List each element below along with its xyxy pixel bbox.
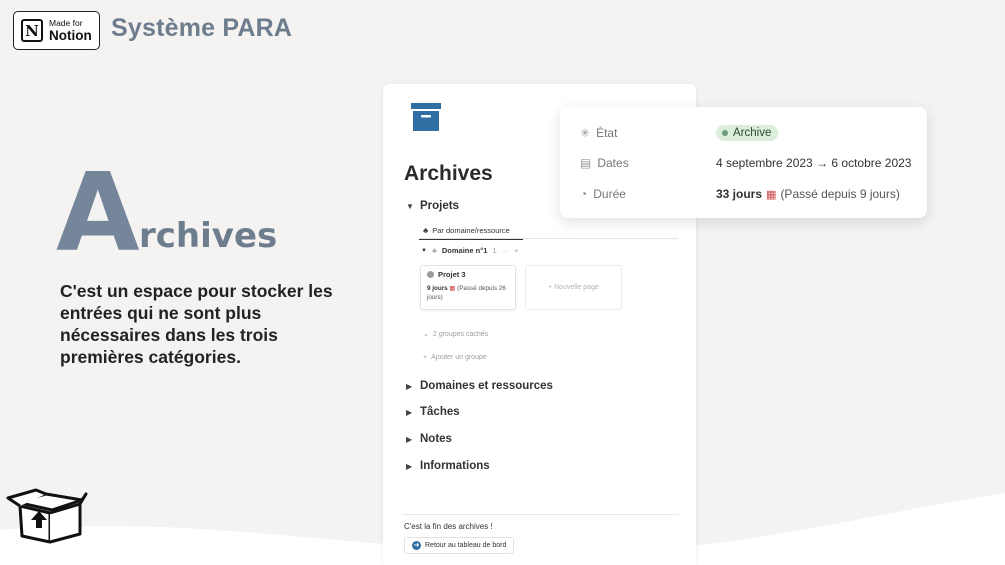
footer-divider <box>402 514 679 515</box>
arrow-right-icon: ➜ <box>412 541 421 550</box>
toggle-notes[interactable]: ▶ Notes <box>406 433 452 445</box>
toggle-closed-icon: ▶ <box>406 434 413 444</box>
property-duree-days: 33 jours <box>716 187 763 201</box>
made-for-notion-badge: N Made for Notion <box>13 11 100 50</box>
plus-icon: + <box>423 354 428 361</box>
toggle-taches-label: Tâches <box>420 406 460 418</box>
group-name: Domaine n°1 <box>441 246 488 255</box>
toggle-projets[interactable]: ▼ Projets <box>406 200 459 212</box>
toggle-closed-icon: ▶ <box>406 461 413 471</box>
status-badge[interactable]: Archive <box>716 125 779 141</box>
calendar-icon: ▤ <box>580 156 592 170</box>
hidden-groups-label: 2 groupes cachés <box>432 330 489 338</box>
site-title: Système PARA <box>111 14 293 42</box>
archive-upload-box-icon <box>6 488 88 544</box>
properties-panel: ✳ État Archive ▤ Dates 4 septembre 2023 … <box>560 107 927 218</box>
toggle-open-icon: ▼ <box>406 201 414 211</box>
hero-description: C'est un espace pour stocker les entrées… <box>60 281 333 367</box>
toggle-notes-label: Notes <box>420 433 452 445</box>
badge-big-text: Notion <box>49 28 92 43</box>
toggle-informations-label: Informations <box>420 460 490 472</box>
view-tab-label: Par domaine/ressource <box>432 226 510 235</box>
chevron-down-icon: ⌄ <box>423 331 429 338</box>
hero-title-rest: rchives <box>139 216 278 256</box>
property-dates-value: 4 septembre 2023 → 6 octobre 2023 <box>716 156 912 170</box>
group-more-button[interactable]: ··· <box>502 246 510 255</box>
chevron-down-icon: ▼ <box>421 247 427 254</box>
archive-box-icon <box>411 103 441 131</box>
calendar-icon: ▦ <box>766 188 777 201</box>
property-duree[interactable]: ◔ Durée 33 jours ▦ (Passé depuis 9 jours… <box>580 185 900 203</box>
property-duree-label: Durée <box>593 187 626 201</box>
add-group-label: Ajouter un groupe <box>431 354 487 361</box>
back-to-dashboard-label: Retour au tableau de bord <box>425 542 507 549</box>
status-dot-icon <box>427 271 434 278</box>
card-days: 9 jours <box>427 285 448 292</box>
add-group-button[interactable]: + Ajouter un groupe <box>423 354 487 361</box>
footer-text: C'est la fin des archives ! <box>404 522 493 531</box>
domain-icon: ♣ <box>431 246 437 255</box>
property-etat[interactable]: ✳ État Archive <box>580 124 779 142</box>
property-dates[interactable]: ▤ Dates 4 septembre 2023 → 6 octobre 202… <box>580 154 911 172</box>
status-dot-icon <box>722 130 728 136</box>
board-card-projet-3[interactable]: Projet 3 9 jours ▦ (Passé depuis 26 jour… <box>420 265 516 310</box>
property-duree-note: (Passé depuis 9 jours) <box>780 187 900 201</box>
back-to-dashboard-button[interactable]: ➜ Retour au tableau de bord <box>404 537 515 554</box>
property-dates-label: Dates <box>597 156 629 170</box>
toggle-taches[interactable]: ▶ Tâches <box>406 406 460 418</box>
group-icon: ♣ <box>423 226 429 235</box>
toggle-domaines[interactable]: ▶ Domaines et ressources <box>406 380 553 392</box>
toggle-closed-icon: ▶ <box>406 407 413 417</box>
badge-small-text: Made for <box>49 17 83 28</box>
card-title: Projet 3 <box>438 270 466 279</box>
hidden-groups-toggle[interactable]: ⌄ 2 groupes cachés <box>423 330 489 339</box>
group-count: 1 <box>492 246 497 255</box>
group-header[interactable]: ▼ ♣ Domaine n°1 1 ··· + <box>421 246 518 255</box>
notion-logo-icon: N <box>21 19 43 42</box>
hero-title-initial: A <box>56 151 140 276</box>
calendar-icon: ▦ <box>449 285 456 292</box>
new-page-button[interactable]: + Nouvelle page <box>525 265 622 310</box>
status-badge-label: Archive <box>733 127 772 139</box>
toggle-projets-label: Projets <box>420 200 459 212</box>
toggle-domaines-label: Domaines et ressources <box>420 380 553 392</box>
toggle-closed-icon: ▶ <box>406 381 413 391</box>
page-title: Archives <box>404 162 493 185</box>
status-spinner-icon: ✳ <box>580 126 591 140</box>
group-add-button[interactable]: + <box>514 246 518 255</box>
property-etat-label: État <box>596 126 618 140</box>
clock-icon: ◔ <box>580 187 588 201</box>
view-divider <box>419 238 678 239</box>
toggle-informations[interactable]: ▶ Informations <box>406 460 490 472</box>
